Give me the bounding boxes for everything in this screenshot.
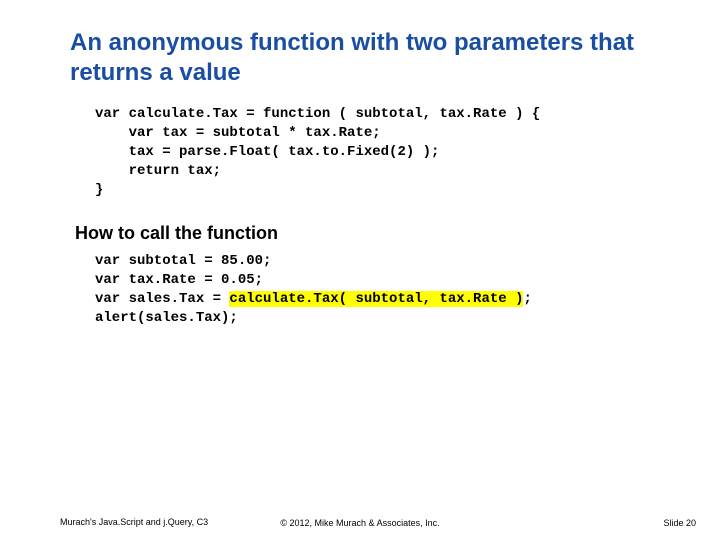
subheading: How to call the function — [75, 223, 278, 244]
code-line: var tax = subtotal * tax.Rate; — [95, 125, 381, 141]
code-line: var tax.Rate = 0.05; — [95, 272, 263, 288]
code-block-definition: var calculate.Tax = function ( subtotal,… — [95, 105, 540, 199]
code-line: } — [95, 182, 103, 198]
footer-copyright: © 2012, Mike Murach & Associates, Inc. — [0, 518, 720, 528]
highlighted-call: calculate.Tax( subtotal, tax.Rate ) — [229, 291, 523, 307]
code-line: var calculate.Tax = function ( subtotal,… — [95, 106, 540, 122]
code-line: var sales.Tax = calculate.Tax( subtotal,… — [95, 291, 532, 307]
slide: An anonymous function with two parameter… — [0, 0, 720, 540]
code-block-call: var subtotal = 85.00; var tax.Rate = 0.0… — [95, 252, 532, 328]
code-line: var subtotal = 85.00; — [95, 253, 271, 269]
slide-title: An anonymous function with two parameter… — [70, 28, 670, 88]
footer-slide-number: Slide 20 — [663, 518, 696, 528]
code-line: tax = parse.Float( tax.to.Fixed(2) ); — [95, 144, 439, 160]
code-line: return tax; — [95, 163, 221, 179]
code-line: alert(sales.Tax); — [95, 310, 238, 326]
